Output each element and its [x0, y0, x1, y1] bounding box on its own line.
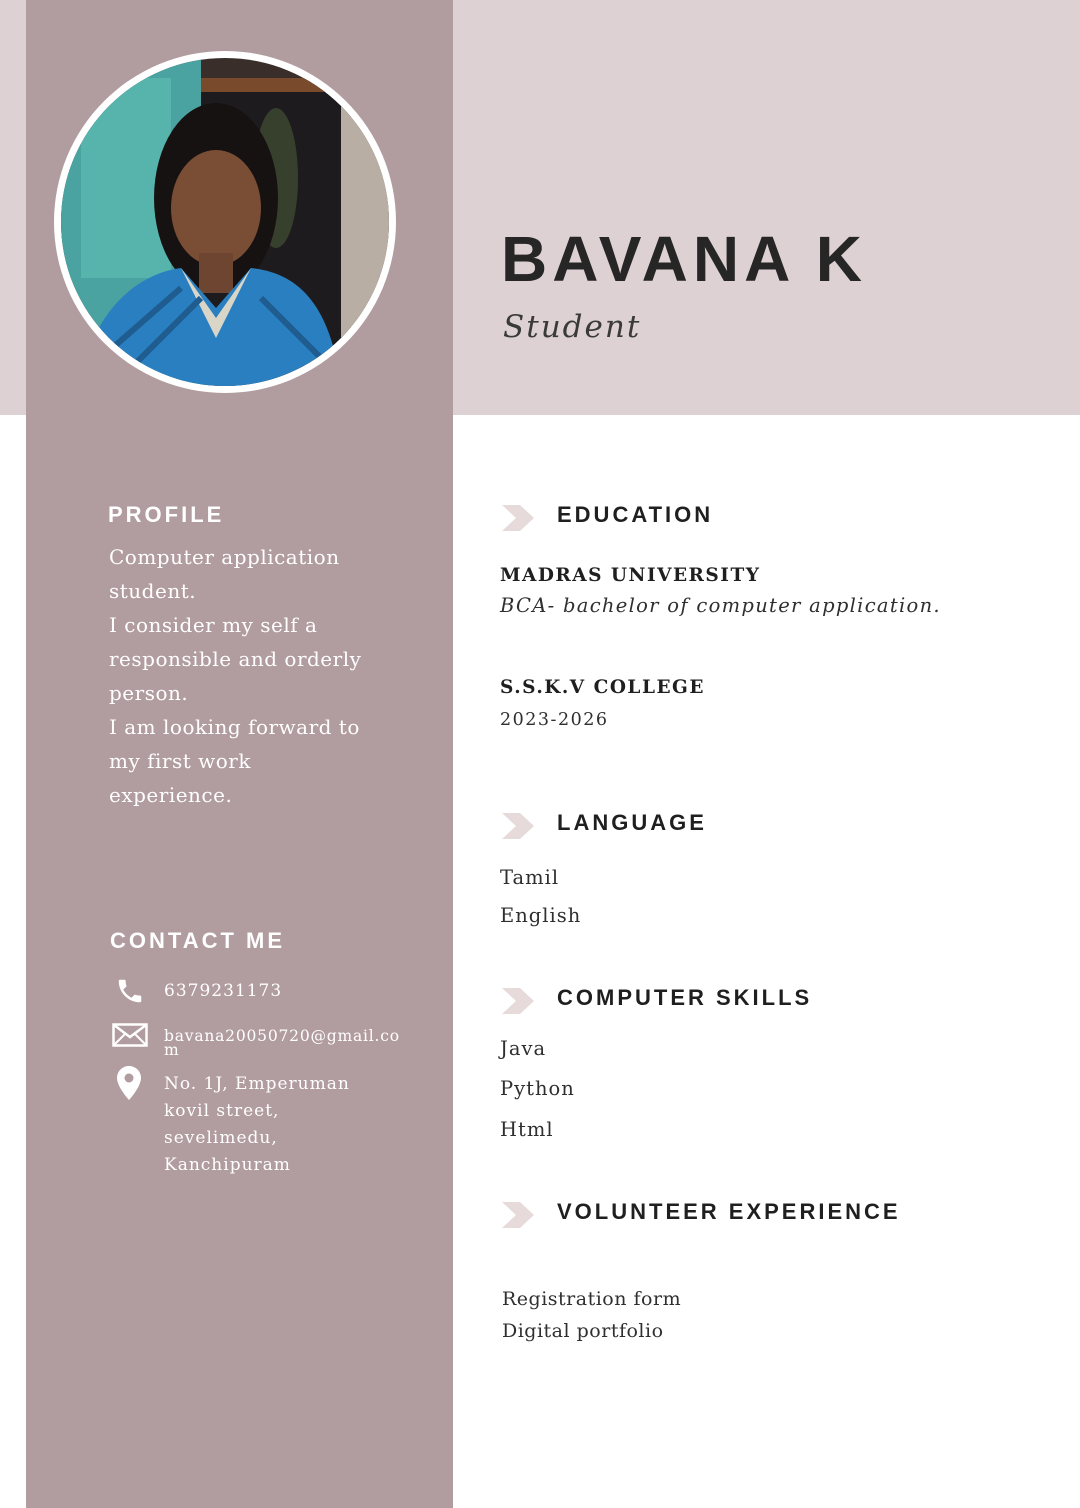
language-item: English — [500, 904, 582, 927]
profile-line: my first work — [109, 749, 251, 773]
profile-line: I consider my self a — [109, 613, 318, 637]
institution-name: MADRAS UNIVERSITY — [500, 565, 761, 586]
profile-line: Computer application — [109, 545, 340, 569]
language-heading: LANGUAGE — [557, 810, 707, 835]
profile-heading: PROFILE — [108, 502, 225, 527]
profile-photo — [61, 58, 389, 386]
contact-heading: CONTACT ME — [110, 928, 286, 953]
location-pin-icon — [116, 1065, 142, 1105]
person-title: Student — [503, 309, 642, 345]
volunteer-item: Registration form — [502, 1288, 682, 1310]
skill-item: Java — [500, 1037, 547, 1060]
profile-text: Computer application student. I consider… — [109, 540, 409, 812]
chevron-icon — [500, 986, 538, 1016]
contact-address: No. 1J, Emperuman kovil street, sevelime… — [164, 1071, 350, 1179]
profile-line: responsible and orderly — [109, 647, 362, 671]
profile-line: experience. — [109, 783, 233, 807]
chevron-icon — [500, 503, 538, 533]
contact-email[interactable]: bavana20050720@gmail.co m — [164, 1027, 400, 1059]
college-name: S.S.K.V COLLEGE — [500, 677, 705, 698]
chevron-icon — [500, 1200, 538, 1230]
skill-item: Python — [500, 1077, 575, 1100]
address-line: No. 1J, Emperuman — [164, 1074, 350, 1094]
language-item: Tamil — [500, 866, 560, 889]
phone-icon — [115, 976, 145, 1010]
volunteer-heading: VOLUNTEER EXPERIENCE — [557, 1199, 901, 1224]
address-line: sevelimedu, — [164, 1128, 278, 1148]
address-line: kovil street, — [164, 1101, 280, 1121]
email-line: bavana20050720@gmail.co — [164, 1027, 400, 1045]
chevron-icon — [500, 811, 538, 841]
education-years: 2023-2026 — [500, 710, 609, 730]
address-line: Kanchipuram — [164, 1155, 291, 1175]
skills-heading: COMPUTER SKILLS — [557, 985, 813, 1010]
profile-line: I am looking forward to — [109, 715, 360, 739]
person-name: BAVANA K — [501, 223, 867, 295]
profile-line: student. — [109, 579, 197, 603]
envelope-icon — [112, 1023, 148, 1051]
education-heading: EDUCATION — [557, 502, 714, 527]
degree-text: BCA- bachelor of computer application. — [500, 594, 941, 617]
contact-phone[interactable]: 6379231173 — [164, 981, 282, 1001]
profile-line: person. — [109, 681, 189, 705]
volunteer-item: Digital portfolio — [502, 1320, 664, 1342]
skill-item: Html — [500, 1118, 554, 1141]
